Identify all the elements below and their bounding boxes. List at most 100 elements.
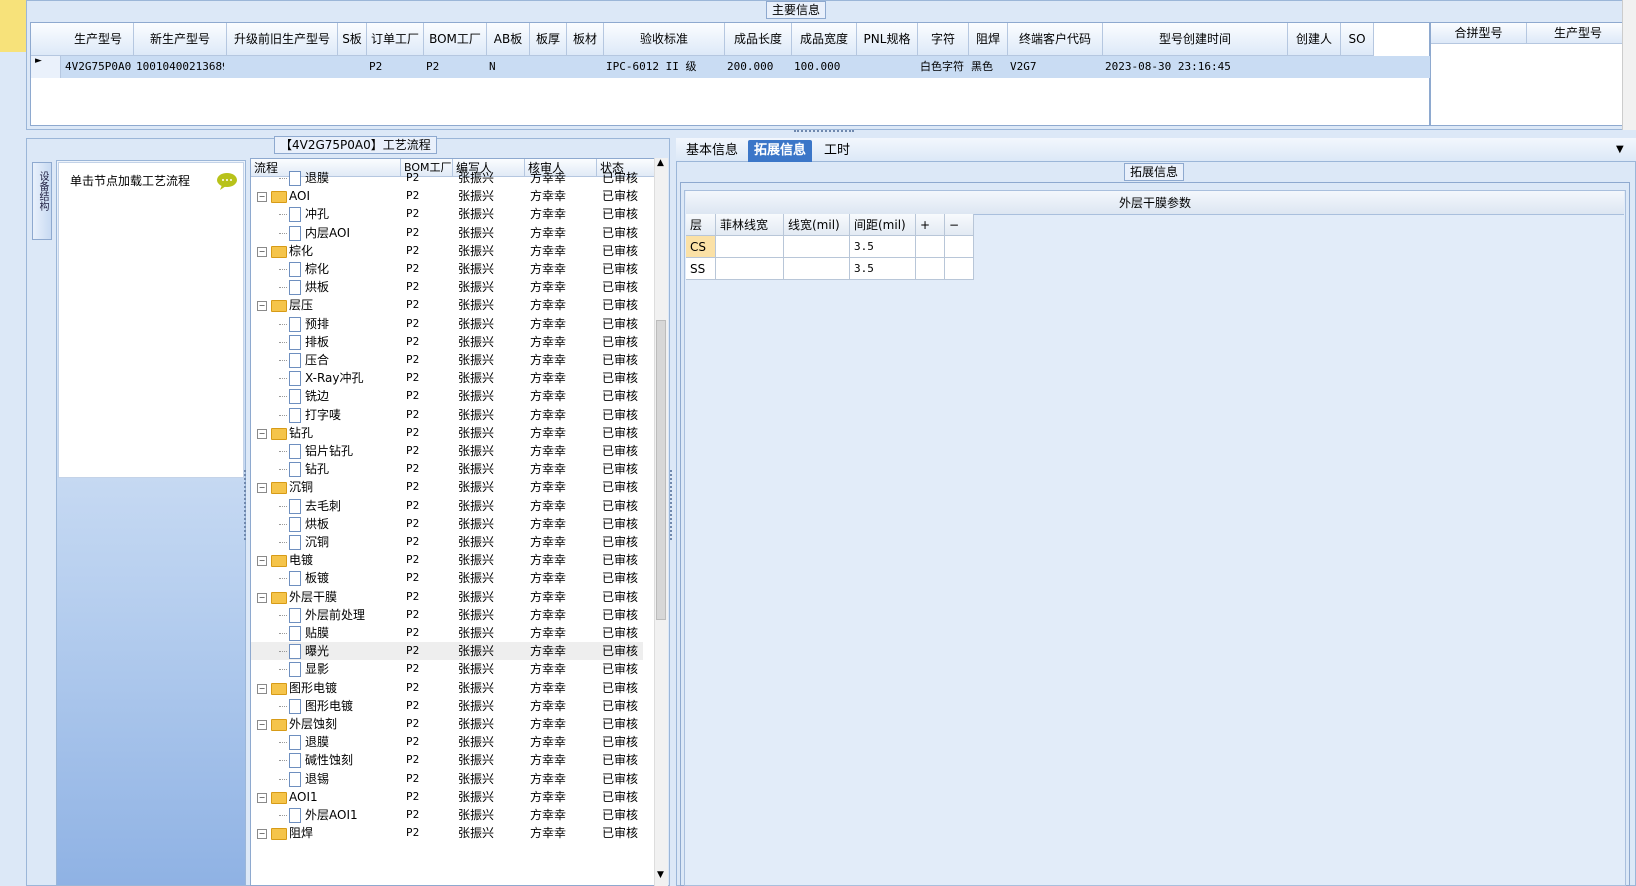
main-row-cell[interactable]: 100.000 [794,56,854,78]
param-value-cell[interactable] [784,258,850,280]
tree-folder-row[interactable]: − AOI1 P2 张振兴 方幸幸 已审核 [251,788,643,806]
scroll-down-icon[interactable]: ▼ [657,870,664,880]
tree-step-row[interactable]: X-Ray冲孔 P2 张振兴 方幸幸 已审核 [251,369,643,387]
tree-folder-row[interactable]: − 电镀 P2 张振兴 方幸幸 已审核 [251,551,643,569]
tree-folder-row[interactable]: − 层压 P2 张振兴 方幸幸 已审核 [251,296,643,314]
main-col-header[interactable]: 成品宽度 [792,23,857,56]
tab-work-hours[interactable]: 工时 [818,140,856,162]
tree-step-row[interactable]: 压合 P2 张振兴 方幸幸 已审核 [251,351,643,369]
param-value-cell[interactable] [945,258,974,280]
tree-step-row[interactable]: 退锡 P2 张振兴 方幸幸 已审核 [251,770,643,788]
tree-folder-row[interactable]: − 外层干膜 P2 张振兴 方幸幸 已审核 [251,588,643,606]
param-value-cell[interactable] [916,236,945,258]
param-col-header[interactable]: 间距(mil) [850,214,916,236]
main-info-grid[interactable]: 生产型号 新生产型号 升级前旧生产型号 S板 订单工厂 BOM工厂 AB板 板厚 板材 验收标准成… [30,22,1430,126]
tree-step-row[interactable]: 铣边 P2 张振兴 方幸幸 已审核 [251,387,643,405]
main-col-header[interactable]: 阻焊 [969,23,1008,56]
merge-model-header[interactable]: 合拼型号 [1431,23,1527,44]
tree-step-row[interactable]: 碱性蚀刻 P2 张振兴 方幸幸 已审核 [251,751,643,769]
collapse-toggle-icon[interactable]: − [257,592,267,603]
main-row-cell[interactable]: 2023-08-30 23:16:45 [1105,56,1285,78]
main-row-cell[interactable]: IPC-6012 II 级 [606,56,722,78]
param-col-header[interactable]: 菲林线宽 [716,214,784,236]
tree-step-row[interactable]: 烘板 P2 张振兴 方幸幸 已审核 [251,515,643,533]
tree-folder-row[interactable]: − 沉铜 P2 张振兴 方幸幸 已审核 [251,478,643,496]
main-row-cell[interactable] [1290,56,1338,78]
merge-model-grid[interactable]: 合拼型号 生产型号 [1430,22,1630,126]
tree-folder-row[interactable]: − 外层蚀刻 P2 张振兴 方幸幸 已审核 [251,715,643,733]
tree-step-row[interactable]: 图形电镀 P2 张振兴 方幸幸 已审核 [251,697,643,715]
collapse-toggle-icon[interactable]: − [257,483,267,494]
main-col-header[interactable]: 型号创建时间 [1103,23,1288,56]
tree-step-row[interactable]: 曝光 P2 张振兴 方幸幸 已审核 [251,642,643,661]
main-col-header[interactable]: 终端客户代码 [1008,23,1103,56]
tree-step-row[interactable]: 铝片钻孔 P2 张振兴 方幸幸 已审核 [251,442,643,460]
tab-extended-info[interactable]: 拓展信息 [748,140,813,162]
main-row-cell[interactable] [859,56,915,78]
tree-step-row[interactable]: 退膜 P2 张振兴 方幸幸 已审核 [251,733,643,751]
tree-scroll-thumb[interactable] [656,320,666,620]
tree-step-row[interactable]: 预排 P2 张振兴 方幸幸 已审核 [251,315,643,333]
main-col-header[interactable]: 字符 [918,23,969,56]
collapse-toggle-icon[interactable]: − [257,246,267,257]
tab-basic-info[interactable]: 基本信息 [680,140,744,162]
tree-step-row[interactable]: 烘板 P2 张振兴 方幸幸 已审核 [251,278,643,296]
tree-folder-row[interactable]: − 图形电镀 P2 张振兴 方幸幸 已审核 [251,679,643,697]
scroll-up-icon[interactable]: ▲ [657,158,664,168]
collapse-toggle-icon[interactable]: − [257,301,267,312]
tree-step-row[interactable]: 沉铜 P2 张振兴 方幸幸 已审核 [251,533,643,551]
collapse-toggle-icon[interactable]: − [257,192,267,203]
main-row-cell[interactable]: 白色字符 [920,56,966,78]
tree-step-row[interactable]: 内层AOI P2 张振兴 方幸幸 已审核 [251,224,643,242]
main-row-cell[interactable] [532,56,564,78]
collapse-toggle-icon[interactable]: − [257,428,267,439]
param-value-cell[interactable] [916,258,945,280]
main-col-header[interactable]: 成品长度 [725,23,792,56]
collapse-toggle-icon[interactable]: − [257,792,267,803]
main-col-header[interactable]: 板厚 [530,23,567,56]
main-row-cell[interactable]: 4V2G75P0A0 [65,56,131,78]
equipment-structure-tab[interactable]: 设备结构 [32,162,52,240]
tree-step-row[interactable]: 冲孔 P2 张振兴 方幸幸 已审核 [251,205,643,223]
main-col-header[interactable]: 升级前旧生产型号 [227,23,338,56]
tree-step-row[interactable]: 钻孔 P2 张振兴 方幸幸 已审核 [251,460,643,478]
add-row-button[interactable]: + [916,214,945,236]
main-row-cell[interactable]: 黑色 [971,56,1005,78]
param-col-header[interactable]: 线宽(mil) [784,214,850,236]
tab-dropdown-icon[interactable]: ▼ [1616,144,1624,155]
param-value-cell[interactable]: 3.5 [850,236,916,258]
tree-folder-row[interactable]: − AOI P2 张振兴 方幸幸 已审核 [251,187,643,205]
main-row-cell[interactable] [569,56,601,78]
collapse-toggle-icon[interactable]: − [257,556,267,567]
tree-folder-row[interactable]: − 棕化 P2 张振兴 方幸幸 已审核 [251,242,643,260]
param-value-cell[interactable] [784,236,850,258]
main-col-header[interactable]: AB板 [487,23,530,56]
tree-step-row[interactable]: 显影 P2 张振兴 方幸幸 已审核 [251,660,643,678]
main-col-header[interactable]: S板 [338,23,367,56]
param-value-cell[interactable] [716,258,784,280]
collapse-toggle-icon[interactable]: − [257,683,267,694]
main-row-cell[interactable] [1343,56,1371,78]
row-indicator[interactable]: ► [31,56,61,78]
main-col-header[interactable]: 创建人 [1288,23,1341,56]
side-production-model-header[interactable]: 生产型号 [1527,23,1630,44]
right-scrollbar[interactable] [1622,0,1636,130]
param-layer-cell[interactable]: CS [686,236,716,258]
main-row-cell[interactable]: 10010400213689 [136,56,224,78]
remove-row-button[interactable]: − [945,214,974,236]
main-col-header[interactable]: BOM工厂 [424,23,487,56]
tree-step-row[interactable]: 排板 P2 张振兴 方幸幸 已审核 [251,333,643,351]
tree-step-row[interactable]: 板镀 P2 张振兴 方幸幸 已审核 [251,569,643,587]
collapse-toggle-icon[interactable]: − [257,829,267,840]
main-col-header[interactable]: 新生产型号 [134,23,227,56]
param-value-cell[interactable]: 3.5 [850,258,916,280]
horizontal-splitter[interactable] [26,130,1636,138]
main-row-cell[interactable] [340,56,364,78]
tree-step-row[interactable]: 棕化 P2 张振兴 方幸幸 已审核 [251,260,643,278]
main-row-cell[interactable]: P2 [369,56,421,78]
collapse-toggle-icon[interactable]: − [257,720,267,730]
load-process-box[interactable] [58,162,244,478]
tree-step-row[interactable]: 去毛刺 P2 张振兴 方幸幸 已审核 [251,497,643,515]
param-col-header[interactable]: 层 [686,214,716,236]
main-col-header[interactable]: 验收标准 [604,23,725,56]
